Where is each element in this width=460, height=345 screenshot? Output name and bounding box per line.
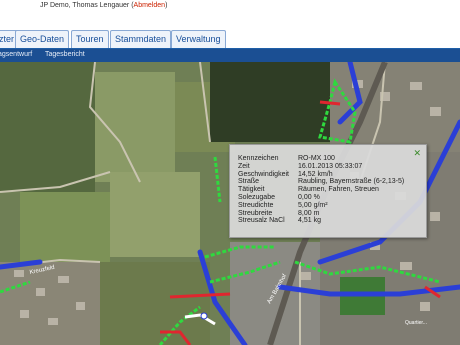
info-row: Streudichte 5,00 g/m²: [238, 202, 404, 210]
subnav-item-tagesbericht[interactable]: Tagesbericht: [45, 51, 85, 58]
field-middle: [110, 172, 200, 257]
info-value: 5,00 g/m²: [298, 201, 328, 209]
info-value: 14,52 km/h: [298, 170, 333, 178]
logout-link[interactable]: Abmelden: [134, 2, 166, 9]
info-key: Streudichte: [238, 201, 274, 209]
info-value: RO-MX 100: [298, 155, 335, 162]
subnav-item-entwurf[interactable]: agsentwurf: [0, 51, 32, 58]
info-row: Zeit 16.01.2013 05:33:07: [238, 163, 404, 171]
info-value: 0,00 %: [298, 193, 320, 201]
field-northwest: [0, 62, 95, 192]
sub-navigation: agsentwurf Tagesbericht: [0, 49, 460, 62]
info-row: Straße Raubling, Bayernstraße (6-2,13-5): [238, 178, 404, 186]
info-key: Tätigkeit: [238, 186, 265, 194]
info-row: Tätigkeit Räumen, Fahren, Streuen: [238, 186, 404, 194]
tab-geo-daten[interactable]: Geo-Daten: [15, 30, 70, 48]
vehicle-info-popup: ✕ Kennzeichen RO-MX 100 Zeit 16.01.2013 05…: [229, 144, 427, 238]
info-row: Geschwindigkeit 14,52 km/h: [238, 171, 404, 179]
info-row: Kennzeichen RO-MX 100: [238, 155, 404, 163]
info-key: Streubreite: [238, 209, 273, 217]
vehicle-marker[interactable]: [200, 312, 208, 320]
info-key: Geschwindigkeit: [238, 170, 289, 178]
user-name: JP Demo, Thomas Lengauer: [40, 2, 130, 9]
tab-touren[interactable]: Touren: [71, 30, 109, 48]
info-key: Straße: [238, 178, 260, 186]
info-key: Streusalz NaCl: [238, 217, 285, 225]
info-value: Raubling, Bayernstraße (6-2,13-5): [298, 178, 405, 186]
info-key: Solezugabe: [238, 193, 275, 201]
close-icon[interactable]: ✕: [413, 148, 421, 159]
tab-stammdaten[interactable]: Stammdaten: [110, 30, 172, 48]
info-value: 4,51 kg: [298, 217, 321, 225]
info-row: Streubreite 8,00 m: [238, 210, 404, 218]
forest-north: [210, 62, 330, 142]
info-value: 8,00 m: [298, 209, 320, 217]
tab-verwaltung[interactable]: Verwaltung: [171, 30, 226, 48]
main-tabs: zter Geo-Daten Touren Stammdaten Verwalt…: [0, 28, 460, 50]
info-key: Zeit: [238, 162, 250, 170]
info-value: Räumen, Fahren, Streuen: [298, 186, 379, 194]
info-row: Solezugabe 0,00 %: [238, 194, 404, 202]
header-bar: JP Demo, Thomas Lengauer (Abmelden): [0, 0, 460, 28]
vehicle-info-table: Kennzeichen RO-MX 100 Zeit 16.01.2013 05:3…: [238, 155, 404, 225]
street-label-quartier: Quartier...: [405, 320, 427, 326]
info-key: Kennzeichen: [238, 155, 279, 162]
info-row: Streusalz NaCl 4,51 kg: [238, 217, 404, 225]
field-south: [100, 262, 210, 345]
info-value: 16.01.2013 05:33:07: [298, 162, 363, 170]
user-info: JP Demo, Thomas Lengauer (Abmelden): [40, 2, 168, 9]
field-west: [20, 192, 110, 262]
